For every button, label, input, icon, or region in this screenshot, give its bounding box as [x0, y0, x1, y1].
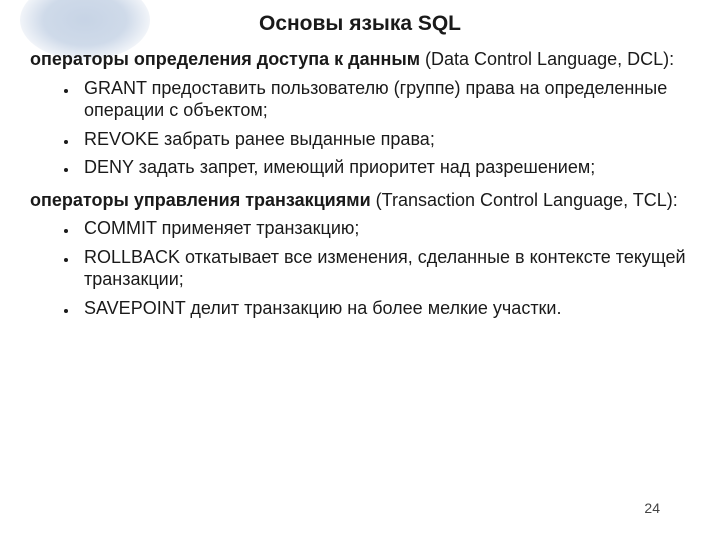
- list-item: GRANT предоставить пользователю (группе)…: [78, 77, 690, 122]
- slide: Основы языка SQL операторы определения д…: [0, 0, 720, 540]
- list-item: COMMIT применяет транзакцию;: [78, 217, 690, 240]
- dcl-bullets: GRANT предоставить пользователю (группе)…: [30, 77, 690, 179]
- page-title: Основы языка SQL: [30, 12, 690, 36]
- section-dcl: операторы определения доступа к данным (…: [30, 48, 690, 71]
- page-number: 24: [644, 500, 660, 516]
- section-dcl-bold: операторы определения доступа к данным: [30, 49, 420, 69]
- section-tcl-bold: операторы управления транзакциями: [30, 190, 371, 210]
- list-item: SAVEPOINT делит транзакцию на более мелк…: [78, 297, 690, 320]
- section-tcl-rest: (Transaction Control Language, TCL):: [371, 190, 678, 210]
- section-dcl-rest: (Data Control Language, DCL):: [420, 49, 674, 69]
- list-item: REVOKE забрать ранее выданные права;: [78, 128, 690, 151]
- tcl-bullets: COMMIT применяет транзакцию; ROLLBACK от…: [30, 217, 690, 319]
- section-tcl: операторы управления транзакциями (Trans…: [30, 189, 690, 212]
- list-item: ROLLBACK откатывает все изменения, сдела…: [78, 246, 690, 291]
- list-item: DENY задать запрет, имеющий приоритет на…: [78, 156, 690, 179]
